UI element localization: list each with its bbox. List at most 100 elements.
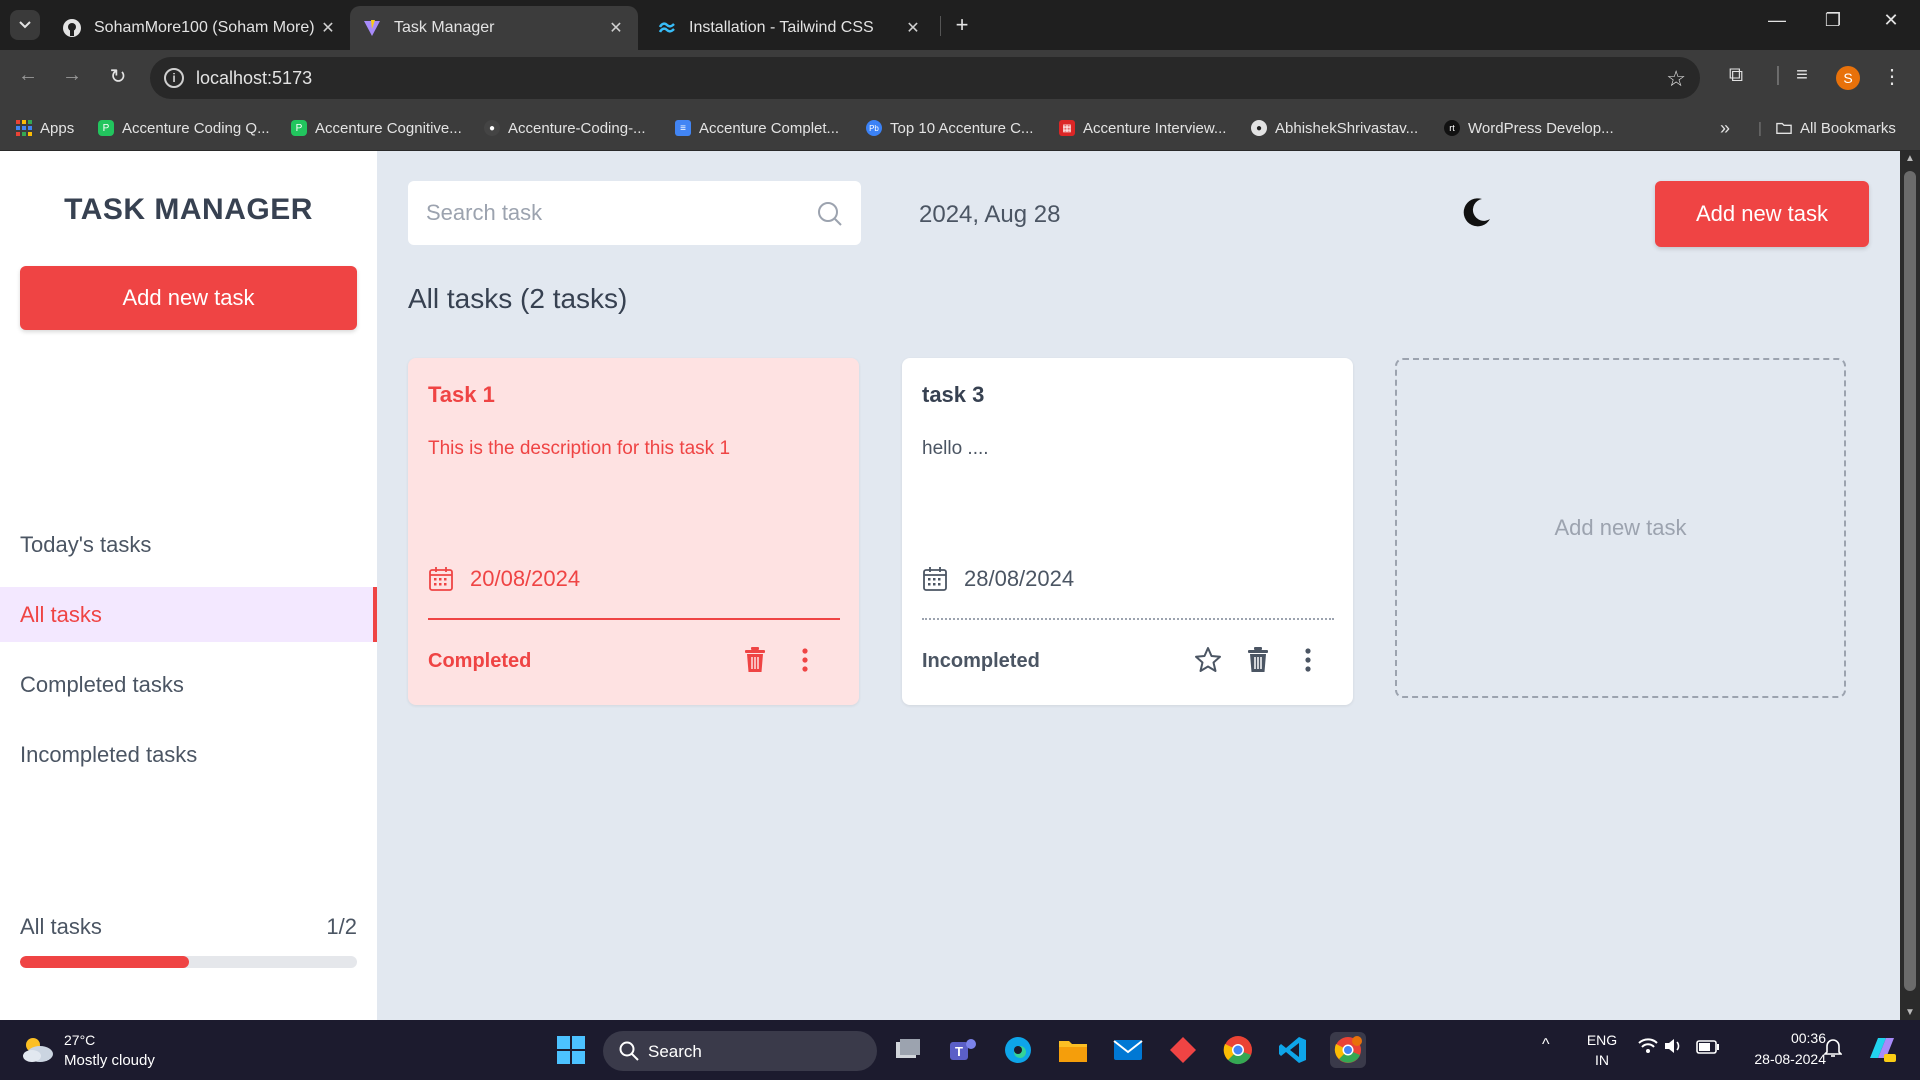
scroll-down-arrow-icon[interactable]: ▼: [1900, 1007, 1920, 1018]
back-button[interactable]: ←: [14, 64, 42, 87]
bookmark-item[interactable]: ≡ Accenture Complet...: [675, 117, 839, 139]
site-info-icon[interactable]: i: [164, 68, 184, 88]
windows-taskbar: 27°C Mostly cloudy Search T ^ ENG IN 00:…: [0, 1020, 1920, 1080]
bookmark-item[interactable]: ● Accenture-Coding-...: [484, 117, 646, 139]
weather-cloudy-icon[interactable]: [20, 1034, 56, 1069]
github-icon: ●: [484, 120, 500, 136]
bookmark-label: Accenture Complet...: [699, 119, 840, 137]
clock-date[interactable]: 28-08-2024: [1736, 1051, 1826, 1067]
task-view-icon[interactable]: [890, 1032, 926, 1068]
bookmark-label: Accenture Interview...: [1083, 119, 1227, 137]
chrome-profile-icon[interactable]: [1330, 1032, 1366, 1068]
file-explorer-icon[interactable]: [1055, 1032, 1091, 1068]
header-add-task-button[interactable]: Add new task: [1655, 181, 1869, 247]
sidebar-item-incompleted-tasks[interactable]: Incompleted tasks: [0, 727, 377, 782]
tab-github[interactable]: SohamMore100 (Soham More) ✕: [50, 6, 350, 50]
scrollbar-thumb[interactable]: [1904, 171, 1916, 991]
tab-search-button[interactable]: [10, 10, 40, 40]
svg-text:T: T: [955, 1044, 963, 1059]
close-icon[interactable]: ✕: [903, 18, 923, 38]
task-status[interactable]: Incompleted: [922, 650, 1040, 673]
close-icon[interactable]: ✕: [606, 18, 626, 38]
chrome-icon[interactable]: [1220, 1032, 1256, 1068]
language-region[interactable]: IN: [1582, 1052, 1622, 1068]
bookmark-item[interactable]: ▦ Accenture Interview...: [1059, 117, 1226, 139]
wifi-icon[interactable]: [1638, 1038, 1658, 1057]
task-manager-app: TASK MANAGER Add new task Today's tasks …: [0, 151, 1900, 1020]
all-bookmarks-button[interactable]: All Bookmarks: [1776, 117, 1896, 139]
menu-kebab-icon[interactable]: ⋮: [1878, 64, 1906, 89]
app-red-diamond-icon[interactable]: [1165, 1032, 1201, 1068]
url-text[interactable]: localhost:5173: [196, 68, 312, 89]
close-window-button[interactable]: ✕: [1876, 10, 1906, 31]
extensions-icon[interactable]: ⧉: [1722, 64, 1750, 87]
bookmark-label: Apps: [40, 119, 75, 137]
main-content: 2024, Aug 28 Add new task All tasks (2 t…: [377, 151, 1900, 1020]
trash-icon[interactable]: [739, 644, 771, 676]
trash-icon[interactable]: [1242, 644, 1274, 676]
taskbar-search[interactable]: Search: [603, 1031, 877, 1071]
bookmark-apps[interactable]: Apps: [16, 117, 74, 139]
windows-start-icon[interactable]: [553, 1032, 589, 1068]
volume-icon[interactable]: [1664, 1038, 1684, 1057]
minimize-button[interactable]: —: [1762, 10, 1792, 31]
mail-icon[interactable]: [1110, 1032, 1146, 1068]
show-hidden-icons-chevron-icon[interactable]: ^: [1542, 1036, 1550, 1054]
sidebar-item-todays-tasks[interactable]: Today's tasks: [0, 517, 377, 572]
scroll-up-arrow-icon[interactable]: ▲: [1900, 153, 1920, 164]
restore-button[interactable]: ❐: [1818, 10, 1848, 31]
bookmark-star-icon[interactable]: ☆: [1666, 66, 1686, 92]
battery-icon[interactable]: [1696, 1040, 1720, 1057]
search-icon[interactable]: [817, 201, 843, 232]
copilot-icon[interactable]: [1866, 1034, 1898, 1067]
vscode-icon[interactable]: [1275, 1032, 1311, 1068]
card-divider: [428, 618, 840, 620]
more-options-kebab-icon[interactable]: [789, 644, 821, 676]
reload-button[interactable]: ↻: [104, 64, 132, 89]
teams-icon[interactable]: T: [945, 1032, 981, 1068]
task-status[interactable]: Completed: [428, 650, 531, 673]
media-controls-icon[interactable]: ≡: [1788, 64, 1816, 87]
sidebar-item-all-tasks[interactable]: All tasks: [0, 587, 377, 642]
progress-label: All tasks: [20, 914, 102, 939]
bookmark-label: Accenture-Coding-...: [508, 119, 646, 137]
dark-mode-toggle-moon-icon[interactable]: [1460, 195, 1494, 234]
folder-icon: [1776, 120, 1792, 136]
bookmark-item[interactable]: rt WordPress Develop...: [1444, 117, 1614, 139]
bookmark-item[interactable]: Pb Top 10 Accenture C...: [866, 117, 1033, 139]
add-new-task-card[interactable]: Add new task: [1395, 358, 1846, 698]
bookmark-item[interactable]: P Accenture Cognitive...: [291, 117, 462, 139]
bookmark-item[interactable]: ● AbhishekShrivastav...: [1251, 117, 1418, 139]
new-tab-button[interactable]: +: [950, 12, 974, 38]
more-options-kebab-icon[interactable]: [1292, 644, 1324, 676]
task-description: hello ....: [922, 438, 989, 459]
bookmark-item[interactable]: P Accenture Coding Q...: [98, 117, 270, 139]
calendar-icon: [922, 566, 948, 592]
task-card[interactable]: task 3 hello .... 28/08/2024 Incompleted: [902, 358, 1353, 705]
taskbar-search-label: Search: [648, 1042, 702, 1061]
progress-fill: [20, 956, 189, 968]
address-bar[interactable]: i localhost:5173 ☆: [150, 57, 1700, 99]
star-icon[interactable]: [1192, 644, 1224, 676]
sidebar-item-completed-tasks[interactable]: Completed tasks: [0, 657, 377, 712]
tab-task-manager[interactable]: Task Manager ✕: [350, 6, 638, 50]
pb-icon: Pb: [866, 120, 882, 136]
task-title: Task 1: [428, 382, 495, 407]
progress-count: 1/2: [326, 914, 357, 939]
page-title: All tasks (2 tasks): [408, 283, 628, 314]
page-scrollbar[interactable]: ▲ ▼: [1900, 151, 1920, 1020]
edge-icon[interactable]: [1000, 1032, 1036, 1068]
tab-tailwind[interactable]: Installation - Tailwind CSS ✕: [645, 6, 935, 50]
close-icon[interactable]: ✕: [318, 18, 338, 38]
sidebar-add-task-button[interactable]: Add new task: [20, 266, 357, 330]
vite-icon: [362, 18, 382, 38]
clock-time[interactable]: 00:36: [1736, 1030, 1826, 1046]
profile-avatar[interactable]: S: [1836, 66, 1860, 90]
bookmark-red-icon: ▦: [1059, 120, 1075, 136]
notifications-bell-icon[interactable]: [1823, 1038, 1843, 1061]
task-card[interactable]: Task 1 This is the description for this …: [408, 358, 859, 705]
language-indicator[interactable]: ENG: [1582, 1032, 1622, 1048]
more-bookmarks-chevron-icon[interactable]: »: [1720, 117, 1730, 139]
search-input[interactable]: [408, 181, 808, 245]
forward-button[interactable]: →: [58, 64, 86, 87]
